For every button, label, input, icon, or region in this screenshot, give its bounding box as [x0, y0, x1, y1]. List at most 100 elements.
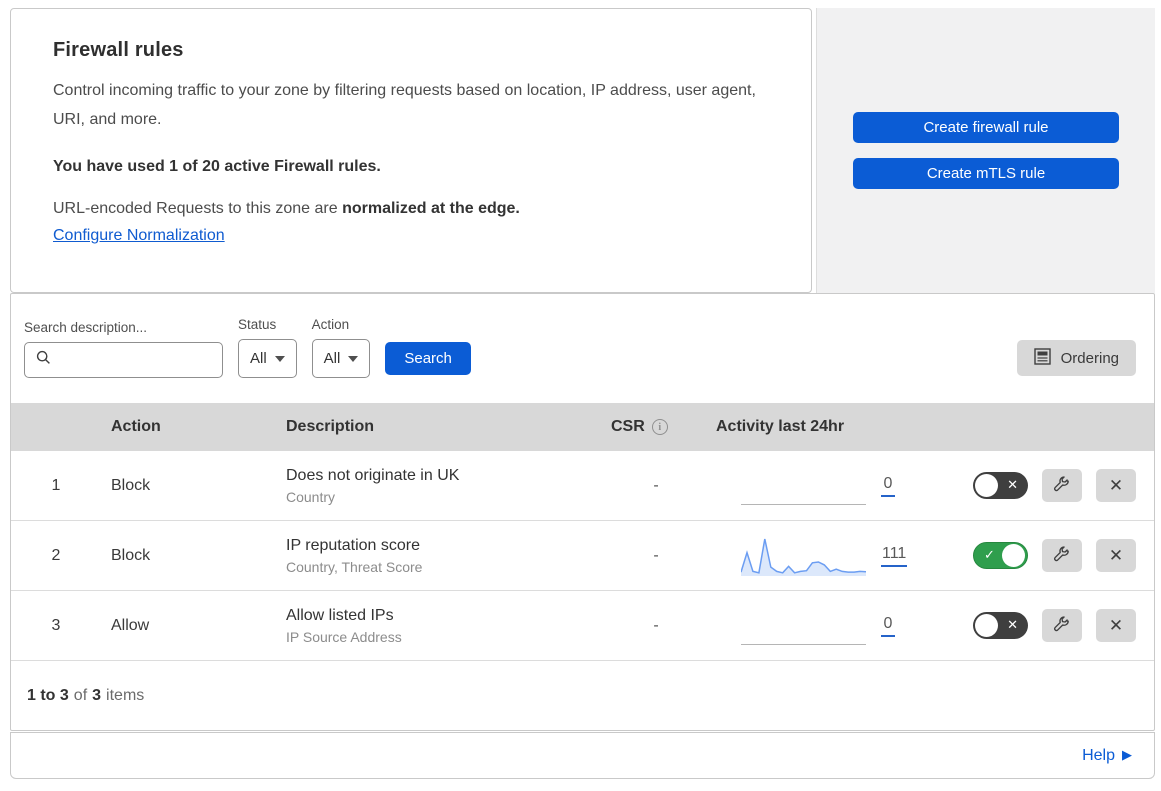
edit-rule-button[interactable] [1042, 469, 1082, 502]
rule-fields: Country, Threat Score [286, 558, 423, 575]
rule-action: Block [111, 546, 151, 564]
normalization-text: URL-encoded Requests to this zone are [53, 200, 343, 217]
page-description: Control incoming traffic to your zone by… [53, 82, 756, 128]
pagination-summary: 1 to 3 of 3 items [11, 661, 1154, 730]
rule-action: Block [111, 476, 151, 494]
toggle-knob [975, 614, 998, 637]
chevron-down-icon [274, 355, 285, 362]
rule-priority: 2 [51, 546, 61, 564]
rule-description: Does not originate in UK [286, 466, 460, 484]
cta-panel: Create firewall rule Create mTLS rule [816, 8, 1155, 293]
delete-rule-button[interactable]: ✕ [1096, 609, 1136, 642]
header-description: Description [286, 418, 375, 435]
delete-rule-button[interactable]: ✕ [1096, 539, 1136, 572]
activity-count-link[interactable]: 111 [881, 545, 908, 567]
table-row: 1 Block Does not originate in UK Country… [11, 451, 1154, 521]
activity-sparkline [740, 534, 867, 578]
table-header: Action Description CSR i Activity last 2… [11, 403, 1154, 451]
header-action: Action [111, 418, 161, 435]
search-label: Search description... [24, 320, 148, 335]
status-dropdown[interactable]: All [238, 339, 297, 378]
search-input[interactable] [24, 342, 223, 378]
help-link[interactable]: Help ▶ [1082, 747, 1132, 765]
rule-csr: - [653, 546, 659, 564]
page-title: Firewall rules [53, 39, 184, 61]
top-section: Firewall rules Control incoming traffic … [10, 8, 1155, 293]
arrow-right-icon: ▶ [1122, 748, 1132, 763]
rule-enabled-toggle[interactable]: ✓ ✕ [973, 472, 1028, 499]
wrench-icon [1053, 475, 1071, 496]
header-csr-label: CSR [611, 418, 645, 435]
rule-csr: - [653, 616, 659, 634]
action-field: Action All [311, 317, 371, 378]
rule-description-cell: IP reputation score Country, Threat Scor… [276, 537, 601, 575]
status-field: Status All [238, 317, 297, 378]
rule-description: IP reputation score [286, 536, 421, 554]
x-icon: ✕ [1007, 477, 1018, 493]
help-bar: Help ▶ [10, 732, 1155, 779]
activity-count-link[interactable]: 0 [881, 475, 895, 497]
ordering-label: Ordering [1060, 349, 1119, 367]
toggle-knob [975, 474, 998, 497]
rule-action: Allow [111, 616, 150, 634]
header-activity: Activity last 24hr [716, 418, 845, 435]
status-value: All [250, 350, 267, 367]
help-label: Help [1082, 746, 1115, 764]
table-row: 3 Allow Allow listed IPs IP Source Addre… [11, 591, 1154, 661]
rule-description-cell: Allow listed IPs IP Source Address [276, 607, 601, 645]
header-csr: CSR i [601, 418, 711, 436]
rule-fields: IP Source Address [286, 628, 402, 645]
chevron-down-icon [348, 355, 359, 362]
create-firewall-rule-button[interactable]: Create firewall rule [853, 112, 1119, 143]
pagination-of: of [73, 686, 88, 704]
activity-count-link[interactable]: 0 [881, 615, 895, 637]
pagination-items: items [106, 686, 145, 704]
search-button[interactable]: Search [385, 342, 471, 375]
search-icon [36, 350, 51, 370]
close-icon: ✕ [1108, 615, 1124, 636]
rule-controls: ✓ ✕ ✕ [931, 609, 1154, 642]
status-label: Status [238, 317, 277, 332]
rule-activity-cell: 0 [711, 604, 931, 648]
search-field: Search description... [24, 320, 223, 378]
activity-sparkline [741, 464, 866, 508]
ordering-list-icon [1033, 347, 1051, 369]
check-icon: ✓ [984, 547, 995, 563]
info-icon[interactable]: i [651, 419, 668, 435]
wrench-icon [1053, 615, 1071, 636]
rule-description-cell: Does not originate in UK Country [276, 467, 601, 505]
wrench-icon [1053, 545, 1071, 566]
rules-card: Search description... Status All Action … [10, 293, 1155, 731]
ordering-button[interactable]: Ordering [1016, 340, 1136, 376]
rule-priority: 1 [51, 476, 61, 494]
rule-enabled-toggle[interactable]: ✓ ✕ [973, 542, 1028, 569]
delete-rule-button[interactable]: ✕ [1096, 469, 1136, 502]
rule-priority: 3 [51, 616, 61, 634]
rule-controls: ✓ ✕ ✕ [931, 469, 1154, 502]
normalization-note: URL-encoded Requests to this zone are no… [53, 200, 769, 218]
rule-csr: - [653, 476, 659, 494]
usage-summary: You have used 1 of 20 active Firewall ru… [53, 158, 381, 175]
rule-activity-cell: 111 [711, 534, 931, 578]
action-value: All [323, 350, 341, 367]
normalization-bold-text: normalized at the edge. [342, 200, 520, 217]
table-row: 2 Block IP reputation score Country, Thr… [11, 521, 1154, 591]
rule-enabled-toggle[interactable]: ✓ ✕ [973, 612, 1028, 639]
configure-normalization-link[interactable]: Configure Normalization [53, 227, 225, 245]
create-mtls-rule-button[interactable]: Create mTLS rule [853, 158, 1119, 189]
rule-fields: Country [286, 488, 336, 505]
close-icon: ✕ [1108, 475, 1124, 496]
firewall-rules-page: Firewall rules Control incoming traffic … [0, 0, 1161, 791]
action-label: Action [311, 317, 350, 332]
toggle-knob [1002, 544, 1025, 567]
action-dropdown[interactable]: All [311, 339, 371, 378]
edit-rule-button[interactable] [1042, 539, 1082, 572]
close-icon: ✕ [1108, 545, 1124, 566]
edit-rule-button[interactable] [1042, 609, 1082, 642]
pagination-total: 3 [92, 686, 102, 704]
intro-card: Firewall rules Control incoming traffic … [10, 8, 812, 293]
rule-controls: ✓ ✕ ✕ [931, 539, 1154, 572]
filter-bar: Search description... Status All Action … [11, 294, 1154, 403]
rule-description: Allow listed IPs [286, 606, 394, 624]
rule-activity-cell: 0 [711, 464, 931, 508]
